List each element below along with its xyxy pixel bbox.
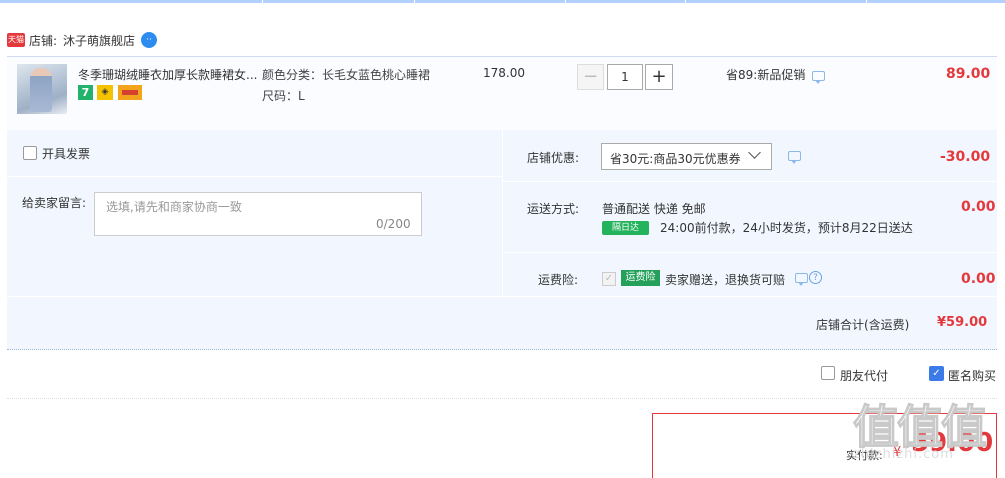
wangwang-chat-icon[interactable]: ·· — [141, 32, 157, 48]
quantity-decrease-button[interactable]: − — [577, 64, 604, 90]
invoice-label[interactable]: 开具发票 — [42, 145, 90, 162]
quantity-input[interactable]: 1 — [607, 64, 643, 90]
quantity-increase-button[interactable]: + — [645, 64, 673, 90]
friend-pay-checkbox[interactable] — [821, 366, 835, 380]
product-title-link[interactable]: 冬季珊瑚绒睡衣加厚长款睡裙女... — [78, 66, 258, 83]
next-day-badge: 隔日达 — [602, 221, 649, 235]
credit-card-icon — [118, 85, 142, 100]
shipping-method: 普通配送 快递 免邮 — [602, 202, 706, 216]
shop-subtotal-amount: ¥59.00 — [937, 315, 988, 330]
panel-separator — [7, 296, 997, 297]
shop-subtotal-label: 店铺合计(含运费) — [816, 318, 910, 332]
coupon-discount-amount: -30.00 — [940, 149, 991, 165]
coupon-comment-icon[interactable] — [788, 151, 801, 164]
product-thumbnail-figure — [30, 68, 52, 112]
coupon-label: 店铺优惠: — [527, 151, 580, 165]
seller-note-char-count: 0/200 — [376, 217, 411, 231]
seller-note-placeholder: 选填,请先和商家协商一致 — [106, 200, 242, 214]
insurance-comment-icon[interactable] — [795, 273, 808, 286]
sku-size: 尺码：L — [262, 89, 305, 103]
insurance-amount: 0.00 — [961, 271, 996, 287]
top-divider — [0, 0, 1005, 3]
item-total-price: 89.00 — [946, 66, 991, 82]
coupon-selected-value: 省30元:商品30元优惠券 — [610, 152, 741, 166]
panel-divider — [502, 130, 503, 296]
friend-pay-label[interactable]: 朋友代付 — [840, 367, 888, 384]
guarantee-shield-icon: ◈ — [97, 85, 113, 100]
promotion-comment-icon[interactable] — [812, 71, 825, 84]
anonymous-checkbox[interactable]: ✓ — [929, 366, 944, 381]
shipping-label: 运送方式: — [527, 202, 580, 216]
insurance-text: 卖家赠送，退换货可赔 — [665, 273, 786, 287]
insurance-label: 运费险: — [538, 273, 579, 287]
seven-day-return-icon: 7 — [78, 85, 93, 100]
anonymous-label[interactable]: 匿名购买 — [948, 367, 996, 384]
watermark-url: zhizhizhi.com — [853, 447, 954, 462]
shop-name-link[interactable]: 沐子萌旗舰店 — [63, 32, 135, 49]
insurance-checkbox[interactable]: ✓ — [602, 272, 616, 286]
unit-price: 178.00 — [483, 66, 525, 80]
sku-color: 颜色分类：长毛女蓝色桃心睡裙 — [262, 68, 431, 82]
invoice-checkbox[interactable] — [23, 146, 37, 160]
panel-separator — [503, 252, 997, 253]
shipping-promise: 24:00前付款，24小时发货，预计8月22日送达 — [660, 221, 913, 235]
seller-note-label: 给卖家留言: — [22, 196, 87, 210]
panel-separator — [7, 176, 502, 177]
help-icon[interactable]: ? — [809, 271, 822, 284]
bottom-divider — [7, 398, 997, 399]
panel-separator — [503, 181, 997, 182]
shipping-amount: 0.00 — [961, 199, 996, 215]
promotion-text: 省89:新品促销 — [726, 68, 806, 82]
shop-label: 店铺: — [29, 34, 58, 48]
tmall-badge: 天猫 — [7, 33, 25, 47]
insurance-badge: 运费险 — [621, 270, 660, 286]
